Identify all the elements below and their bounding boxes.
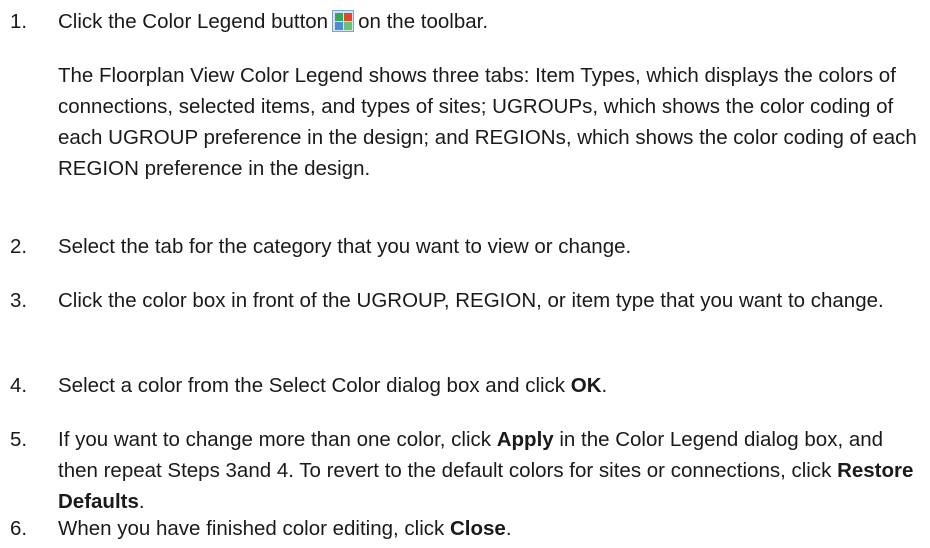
apply-label: Apply [496, 428, 554, 451]
color-legend-icon [332, 10, 355, 32]
step-text: When you have finished color editing, cl… [58, 513, 924, 544]
step-2: 2. Select the tab for the category that … [0, 231, 930, 262]
step-text-c: . [138, 490, 145, 513]
step-text-after: . [601, 374, 608, 397]
step-number: 4. [10, 374, 28, 397]
step-text-a: If you want to change more than one colo… [58, 428, 497, 451]
instructions-document: 1. Click the Color Legend button on the t… [0, 0, 930, 548]
step-text: Click the Color Legend button on the tool… [58, 6, 924, 37]
step-text: Select a color from the Select Color dia… [58, 370, 924, 401]
step-5: 5. If you want to change more than one c… [0, 424, 930, 517]
step-number: 6. [10, 517, 28, 540]
ok-label: OK [570, 374, 602, 397]
step-text: Select the tab for the category that you… [58, 235, 632, 258]
step-3: 3. Click the color box in front of the U… [0, 285, 930, 347]
step-text-before: When you have finished color editing, cl… [58, 517, 450, 540]
step-4: 4. Select a color from the Select Color … [0, 370, 930, 401]
step-1-note: The Floorplan View Color Legend shows th… [58, 64, 917, 180]
step-text-before: Click the Color Legend button [58, 10, 329, 33]
step-number: 5. [10, 428, 28, 451]
step-6: 6. When you have finished color editing,… [0, 513, 930, 544]
step-text-after: . [505, 517, 512, 540]
step-text-before: Select a color from the Select Color dia… [58, 374, 571, 397]
step-number: 3. [10, 289, 28, 312]
step-1: 1. Click the Color Legend button on the t… [0, 6, 930, 37]
step-text: Click the color box in front of the UGRO… [58, 289, 884, 312]
step-text: If you want to change more than one colo… [58, 424, 924, 517]
step-number: 1. [10, 10, 28, 33]
step-text-after: on the toolbar. [358, 10, 489, 33]
close-label: Close [449, 517, 506, 540]
step-number: 2. [10, 235, 28, 258]
